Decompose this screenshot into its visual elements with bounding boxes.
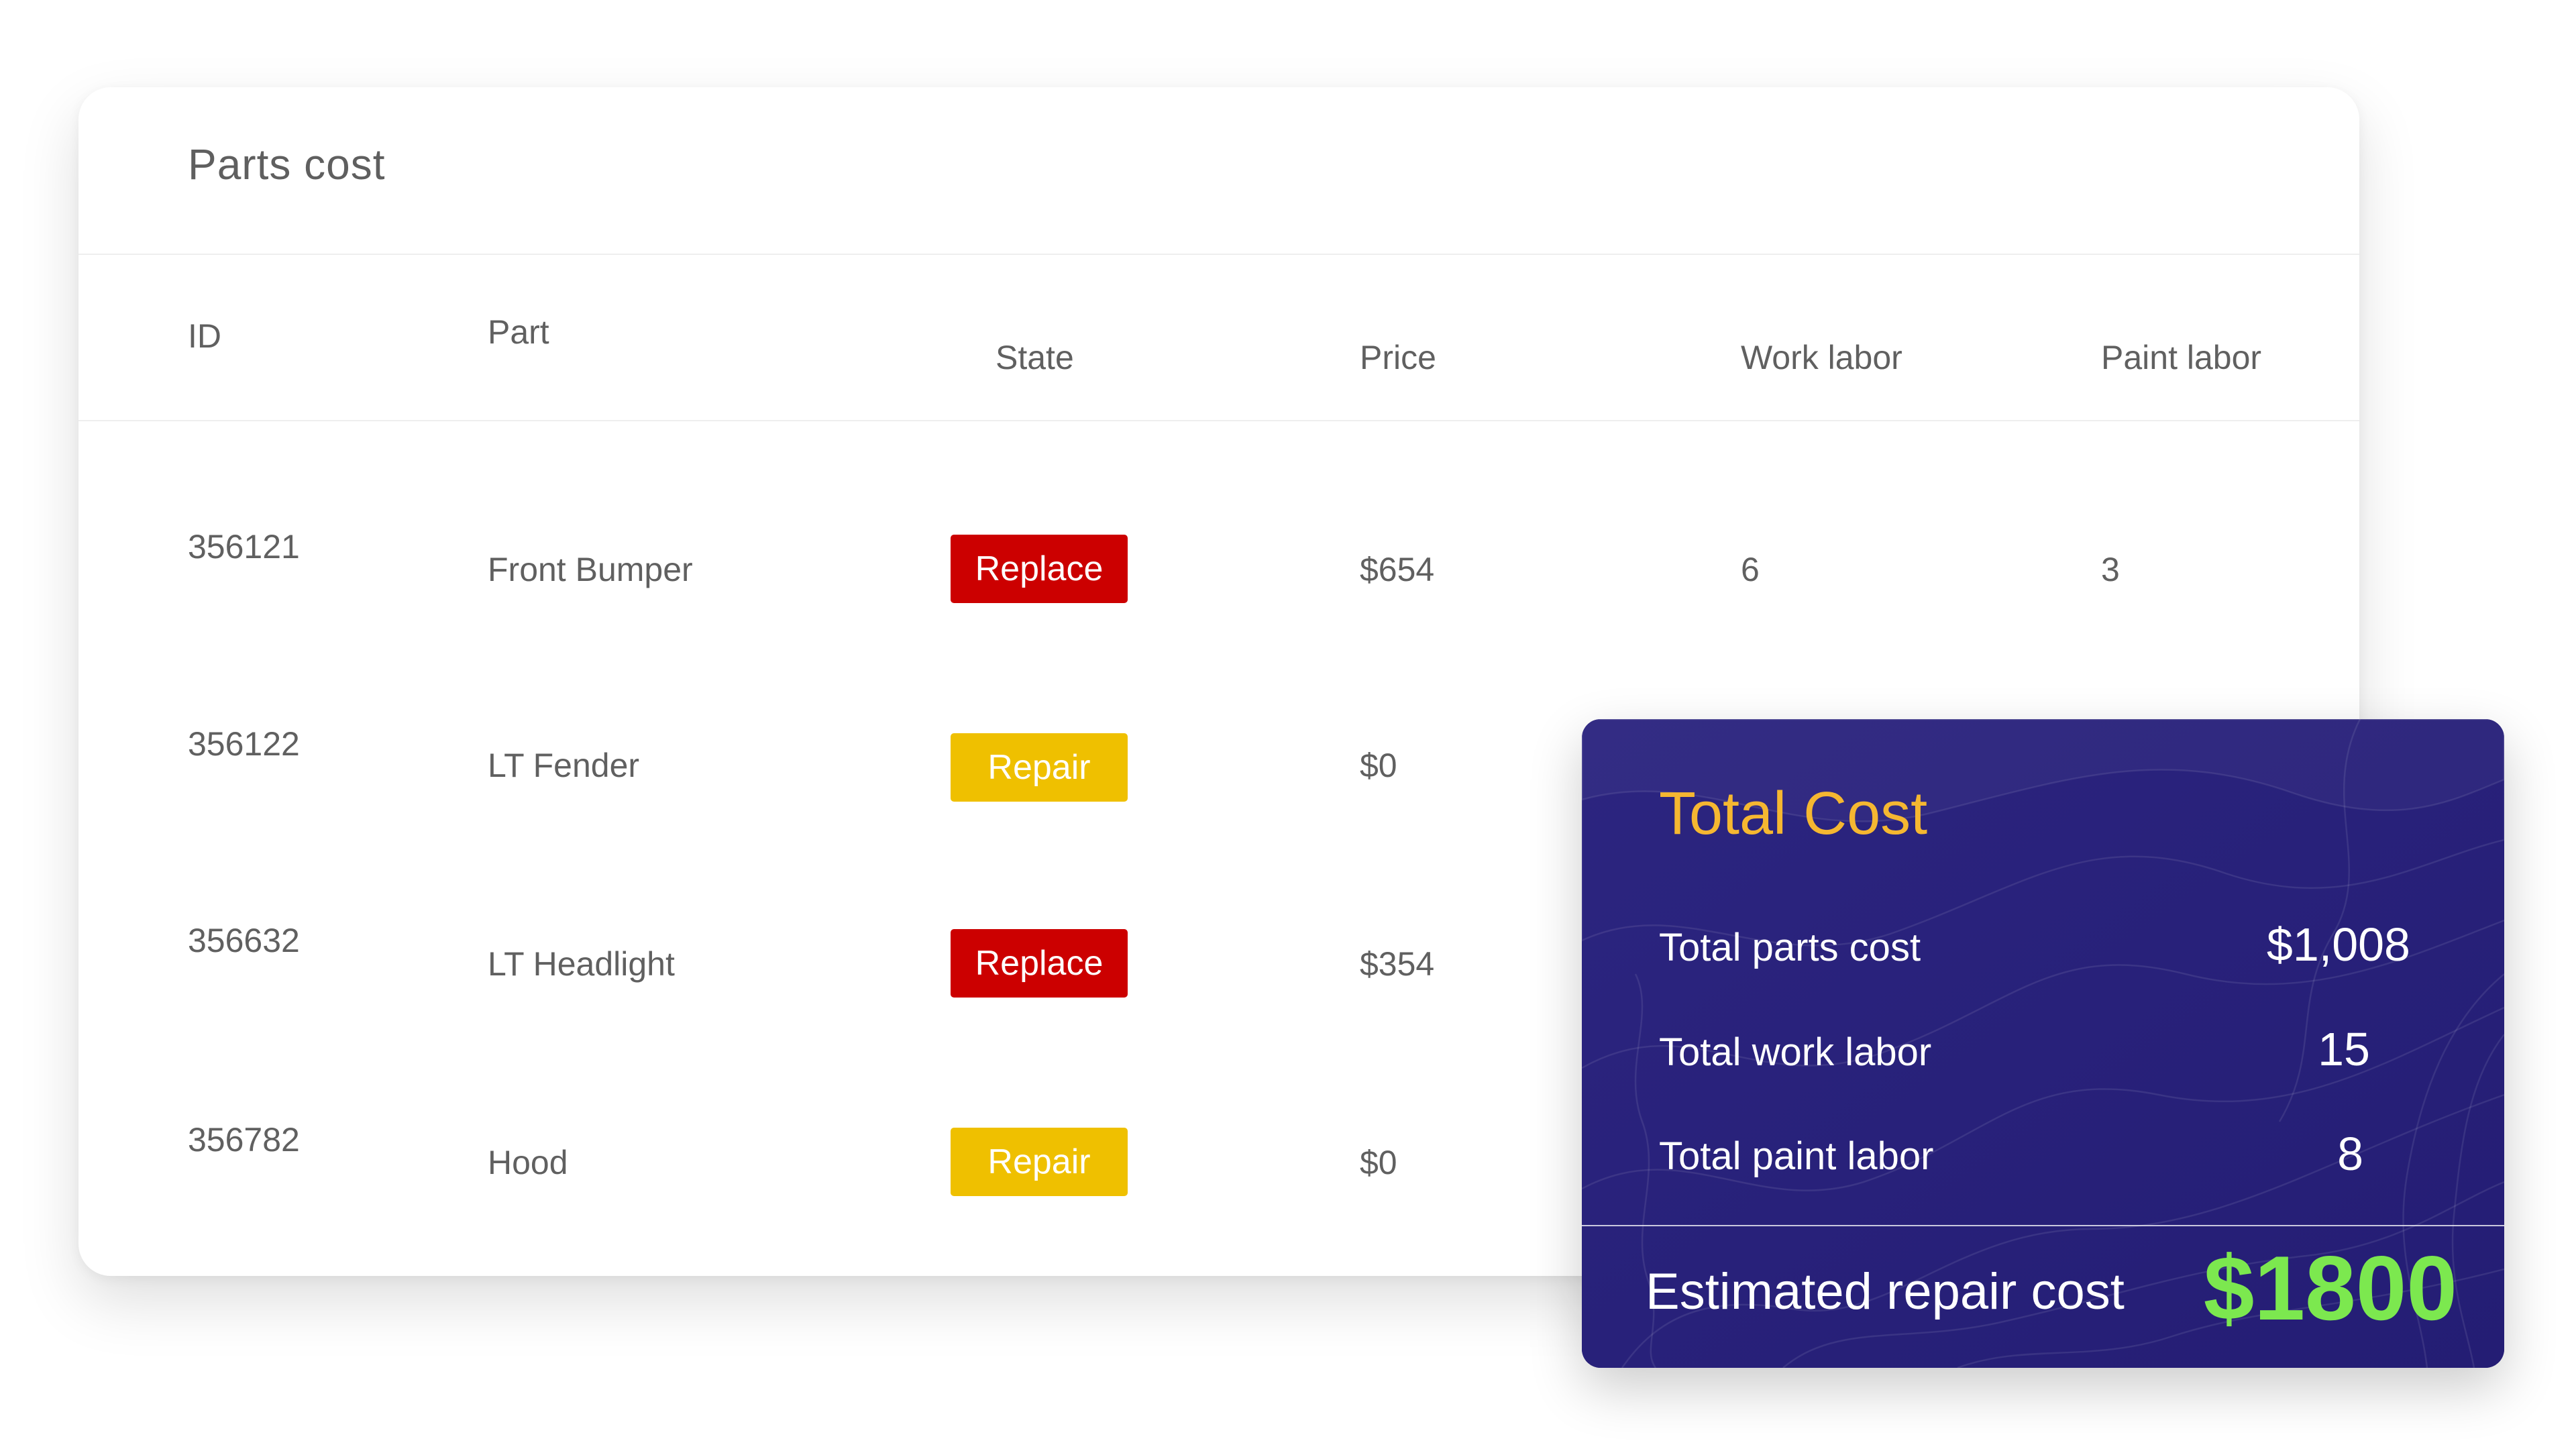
row-part: Hood xyxy=(488,1144,568,1181)
total-cost-card: Total Cost Total parts cost $1,008 Total… xyxy=(1582,719,2504,1368)
column-header-id: ID xyxy=(188,317,221,355)
estimated-repair-cost-value: $1800 xyxy=(2203,1237,2457,1339)
row-id: 356632 xyxy=(188,922,300,959)
total-work-labor-label: Total work labor xyxy=(1659,1030,1932,1074)
column-header-part: Part xyxy=(488,313,549,351)
state-badge-repair: Repair xyxy=(951,1128,1128,1196)
page: Parts cost ID Part State Price Work labo… xyxy=(0,0,2576,1449)
total-cost-title: Total Cost xyxy=(1659,780,1928,847)
state-badge-replace: Replace xyxy=(951,929,1128,998)
row-work-labor: 6 xyxy=(1741,551,1760,588)
header-divider xyxy=(78,420,2359,421)
row-price: $0 xyxy=(1360,1144,1397,1181)
column-header-state: State xyxy=(996,339,1074,376)
title-divider xyxy=(78,254,2359,255)
card-title: Parts cost xyxy=(188,140,386,189)
total-paint-labor-value: 8 xyxy=(2337,1128,2363,1180)
row-id: 356782 xyxy=(188,1121,300,1159)
column-header-price: Price xyxy=(1360,339,1436,376)
row-part: Front Bumper xyxy=(488,551,693,588)
total-work-labor-value: 15 xyxy=(2318,1023,2370,1075)
row-part: LT Headlight xyxy=(488,945,675,983)
column-header-paint-labor: Paint labor xyxy=(2101,339,2262,376)
total-paint-labor-label: Total paint labor xyxy=(1659,1134,1934,1178)
estimate-divider xyxy=(1582,1225,2504,1226)
row-price: $654 xyxy=(1360,551,1435,588)
state-badge-repair: Repair xyxy=(951,733,1128,802)
total-parts-cost-value: $1,008 xyxy=(2266,918,2410,971)
total-parts-cost-label: Total parts cost xyxy=(1659,926,1921,969)
row-part: LT Fender xyxy=(488,747,640,784)
column-header-work-labor: Work labor xyxy=(1741,339,1902,376)
row-price: $354 xyxy=(1360,945,1435,983)
row-id: 356121 xyxy=(188,528,300,566)
estimated-repair-cost-label: Estimated repair cost xyxy=(1646,1263,2125,1320)
row-paint-labor: 3 xyxy=(2101,551,2120,588)
row-id: 356122 xyxy=(188,725,300,763)
state-badge-replace: Replace xyxy=(951,535,1128,603)
row-price: $0 xyxy=(1360,747,1397,784)
